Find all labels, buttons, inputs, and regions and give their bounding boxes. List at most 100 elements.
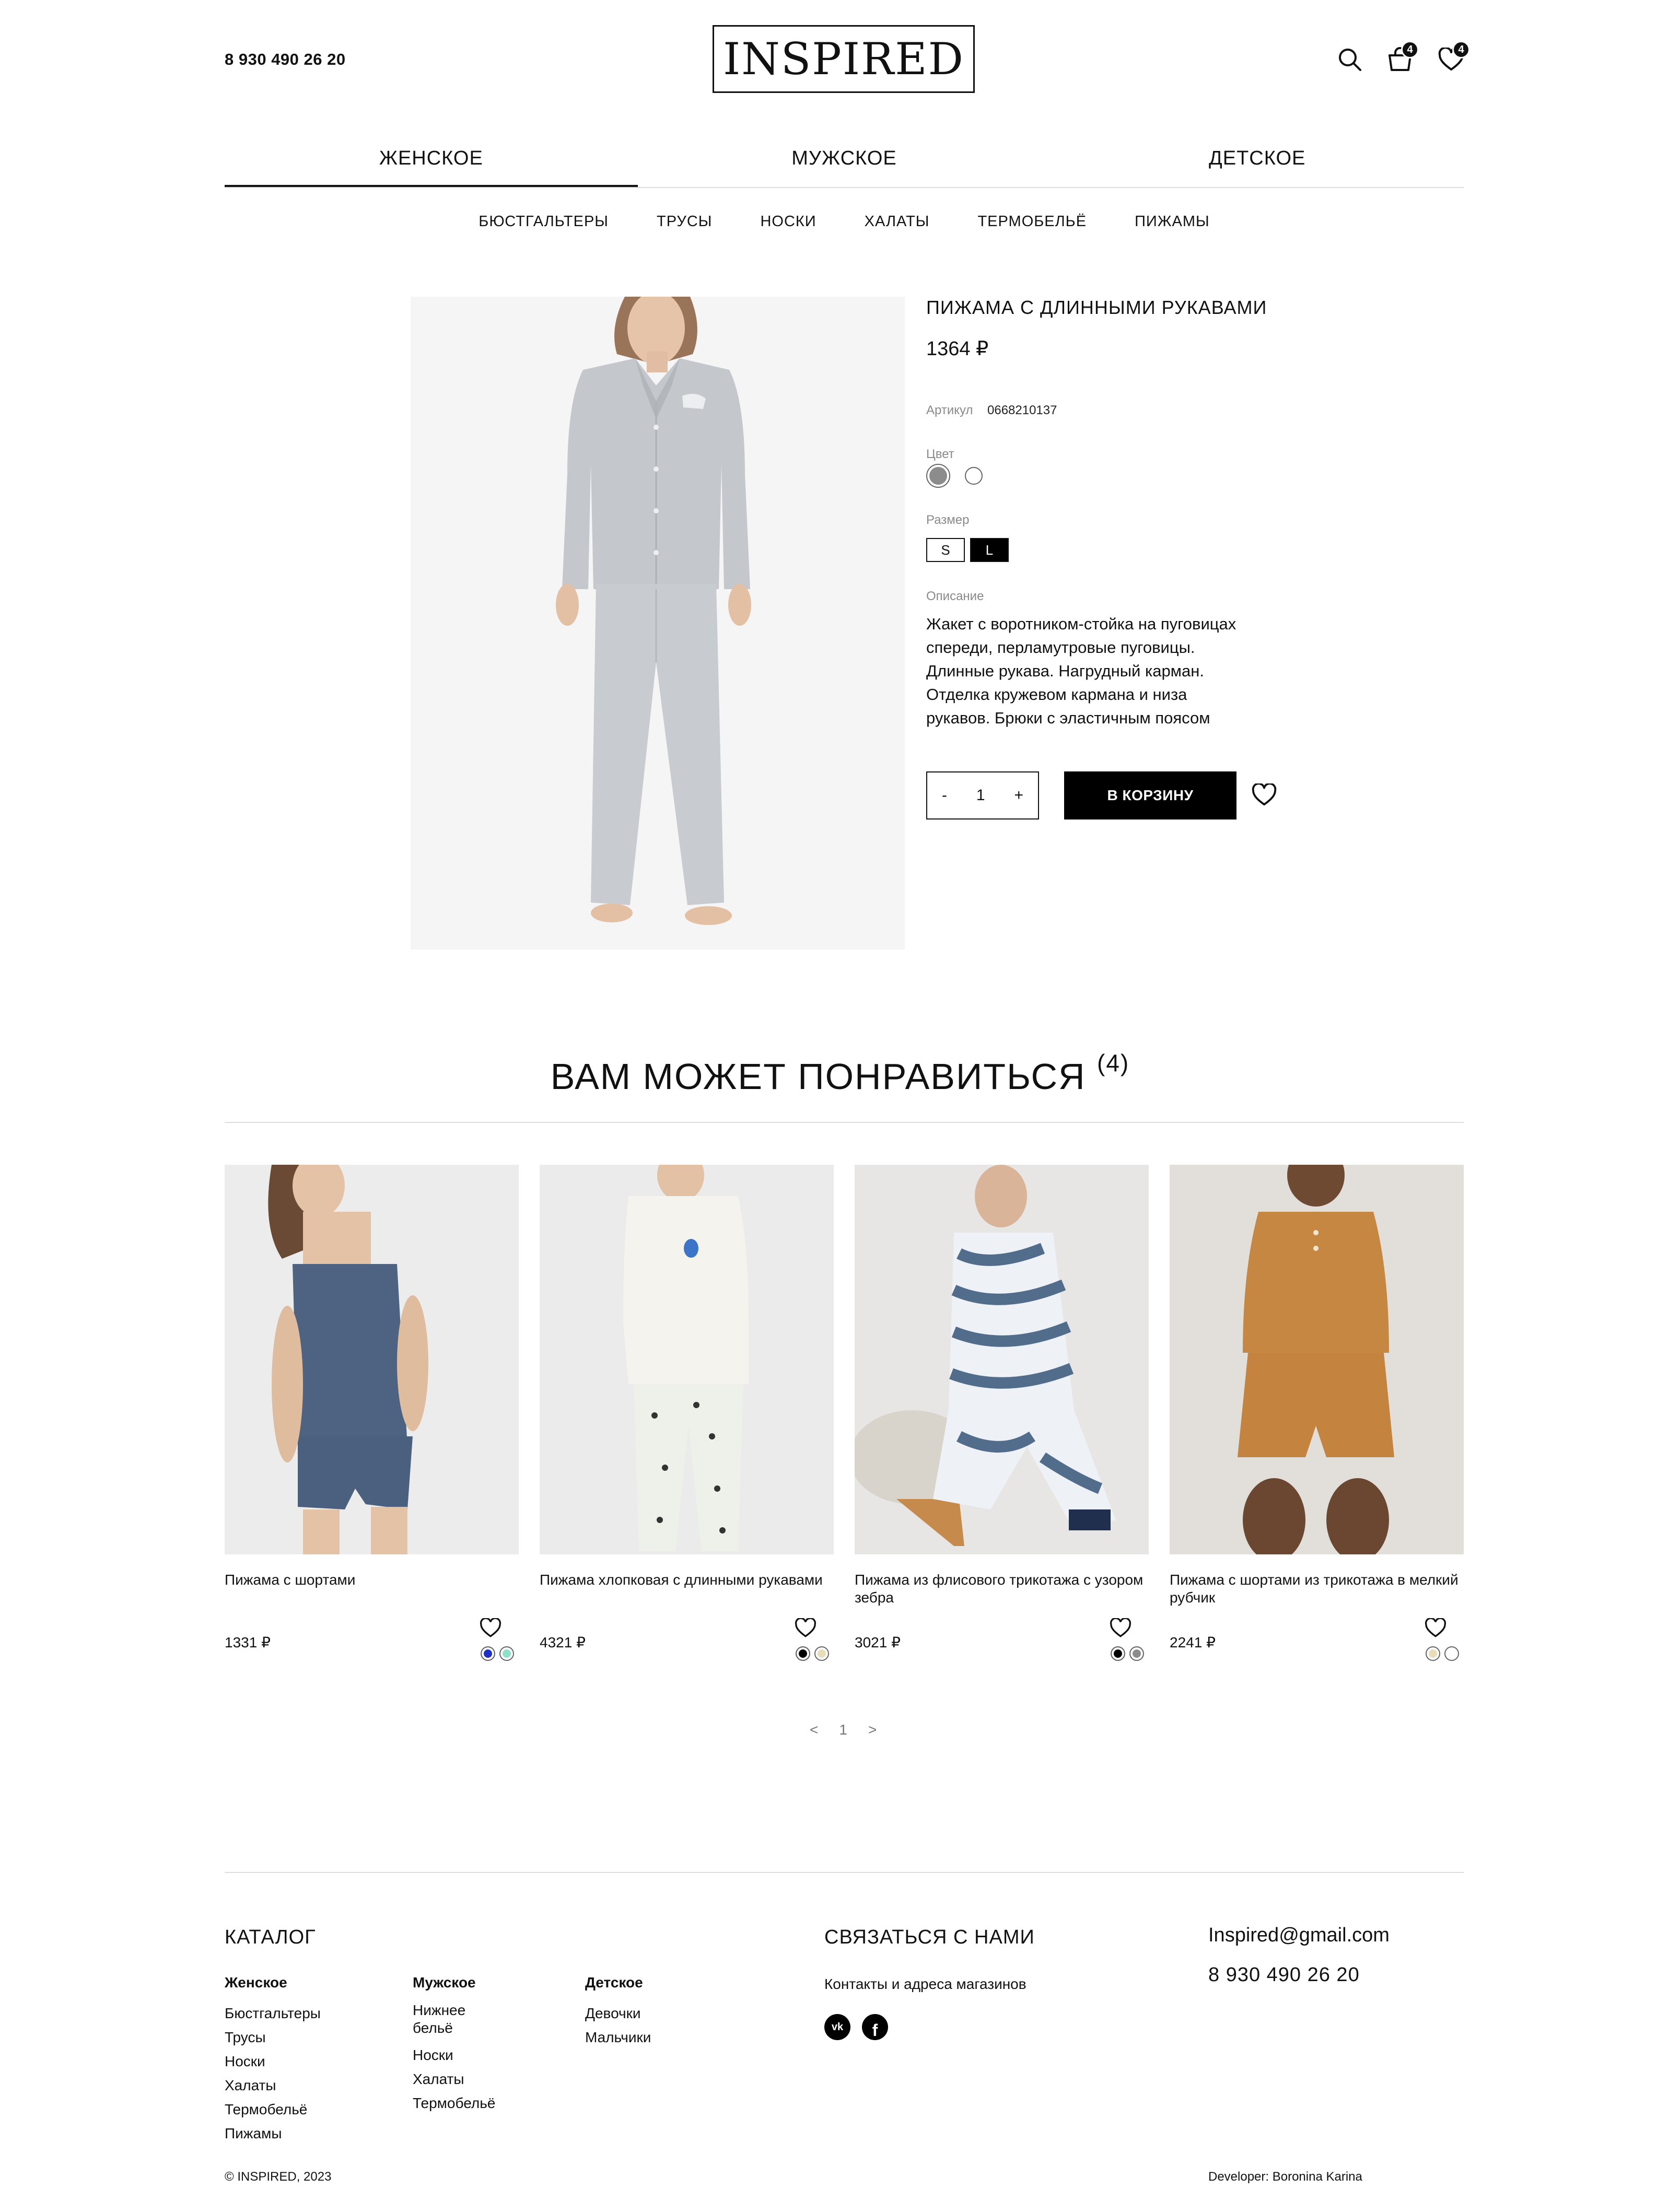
article-label: Артикул (926, 403, 973, 417)
color-dot[interactable] (1426, 1646, 1440, 1661)
favorite-button[interactable] (1110, 1617, 1131, 1641)
color-dot[interactable] (481, 1646, 495, 1661)
card-colors (481, 1646, 514, 1661)
product-card[interactable]: Пижама с шортами из трикотажа в мелкий р… (1170, 1165, 1464, 1661)
description-line: рукавов. Брюки с эластичным поясом (926, 709, 1210, 727)
card-image[interactable] (1170, 1165, 1464, 1554)
favorite-button[interactable] (1425, 1617, 1446, 1641)
footer-link[interactable]: Пижамы (225, 2122, 321, 2146)
card-name[interactable]: Пижама из флисового трикотажа с узором з… (855, 1571, 1149, 1623)
footer-link[interactable]: Носки (225, 2050, 321, 2074)
color-dot[interactable] (796, 1646, 810, 1661)
footer-link[interactable]: Термобельё (413, 2091, 496, 2115)
color-dot[interactable] (1129, 1646, 1144, 1661)
qty-plus-button[interactable]: + (1014, 787, 1023, 804)
description-label: Описание (926, 589, 984, 603)
footer-link[interactable]: Халаты (413, 2067, 496, 2091)
size-label: Размер (926, 513, 970, 527)
size-picker: S L (926, 538, 1009, 562)
color-dot[interactable] (1111, 1646, 1125, 1661)
card-name[interactable]: Пижама с шортами (225, 1571, 519, 1623)
color-dot[interactable] (499, 1646, 514, 1661)
category-robes[interactable]: ХАЛАТЫ (865, 213, 930, 230)
product-card[interactable]: Пижама хлопковая с длинными рукавами 432… (540, 1165, 834, 1661)
footer-column-kids: Детское Девочки Мальчики (585, 1974, 651, 2050)
footer-link[interactable]: Девочки (585, 2001, 651, 2026)
card-colors (1111, 1646, 1144, 1661)
favorite-button[interactable] (480, 1617, 501, 1641)
qty-value[interactable]: 1 (976, 787, 985, 804)
footer-link[interactable]: Бюстгальтеры (225, 2001, 321, 2026)
size-option-l[interactable]: L (970, 538, 1009, 562)
social-links: vk f (824, 2014, 888, 2040)
footer-contacts-link[interactable]: Контакты и адреса магазинов (824, 1972, 1026, 1996)
footer-column-title[interactable]: Детское (585, 1974, 651, 1991)
card-name[interactable]: Пижама хлопковая с длинными рукавами (540, 1571, 834, 1623)
color-dot[interactable] (1444, 1646, 1459, 1661)
tab-women[interactable]: ЖЕНСКОЕ (225, 141, 638, 187)
tab-kids[interactable]: ДЕТСКОЕ (1051, 141, 1464, 187)
footer-catalog-title: КАТАЛОГ (225, 1926, 316, 1948)
color-label: Цвет (926, 447, 954, 461)
card-name[interactable]: Пижама с шортами из трикотажа в мелкий р… (1170, 1571, 1464, 1623)
add-to-favorites-button[interactable] (1252, 782, 1277, 809)
footer-link[interactable]: Нижнее бельё (413, 2001, 496, 2037)
size-option-s[interactable]: S (926, 538, 965, 562)
color-dot[interactable] (814, 1646, 829, 1661)
color-picker (926, 464, 983, 488)
color-swatch-gray[interactable] (926, 464, 950, 488)
pager-prev-button[interactable]: < (810, 1722, 818, 1738)
card-image[interactable] (855, 1165, 1149, 1554)
developer-credit: Developer: Boronina Karina (1208, 2170, 1362, 2184)
copyright: © INSPIRED, 2023 (225, 2170, 332, 2184)
divider (225, 1122, 1464, 1123)
tab-men[interactable]: МУЖСКОЕ (638, 141, 1051, 187)
footer-column-title[interactable]: Женское (225, 1974, 321, 1991)
pagination: < 1 > (810, 1722, 877, 1738)
footer-link[interactable]: Халаты (225, 2074, 321, 2098)
main-nav: ЖЕНСКОЕ МУЖСКОЕ ДЕТСКОЕ (225, 141, 1464, 188)
product-card[interactable]: Пижама с шортами 1331 ₽ (225, 1165, 519, 1661)
card-image[interactable] (540, 1165, 834, 1554)
category-panties[interactable]: ТРУСЫ (657, 213, 712, 230)
card-price: 1331 ₽ (225, 1634, 271, 1650)
footer-column-men: Мужское Нижнее бельё Носки Халаты Термоб… (413, 1974, 496, 2115)
pager-page[interactable]: 1 (839, 1722, 847, 1738)
product-card[interactable]: Пижама из флисового трикотажа с узором з… (855, 1165, 1149, 1661)
header-phone[interactable]: 8 930 490 26 20 (225, 50, 346, 69)
footer-email[interactable]: Inspired@gmail.com (1208, 1924, 1390, 1947)
search-icon[interactable] (1334, 44, 1366, 75)
category-bras[interactable]: БЮСТГАЛЬТЕРЫ (479, 213, 609, 230)
footer-link[interactable]: Трусы (225, 2026, 321, 2050)
card-price: 2241 ₽ (1170, 1634, 1216, 1650)
product-price: 1364 ₽ (926, 338, 989, 360)
cart-button[interactable]: 4 (1384, 41, 1419, 75)
qty-minus-button[interactable]: - (942, 787, 947, 804)
footer-link[interactable]: Термобельё (225, 2098, 321, 2122)
card-image[interactable] (225, 1165, 519, 1554)
footer-link[interactable]: Носки (413, 2043, 496, 2067)
favorites-button[interactable]: 4 (1436, 41, 1470, 75)
heart-icon (1425, 1617, 1446, 1637)
category-pajamas[interactable]: ПИЖАМЫ (1135, 213, 1210, 230)
heart-icon (480, 1617, 501, 1637)
category-socks[interactable]: НОСКИ (760, 213, 816, 230)
footer-column-title[interactable]: Мужское (413, 1974, 496, 1991)
cart-count-badge: 4 (1401, 41, 1419, 58)
logo[interactable]: INSPIRED (713, 25, 975, 93)
vk-icon[interactable]: vk (824, 2014, 850, 2040)
card-price: 4321 ₽ (540, 1634, 586, 1650)
category-thermal[interactable]: ТЕРМОБЕЛЬЁ (977, 213, 1087, 230)
favorite-button[interactable] (795, 1617, 816, 1641)
color-swatch-white[interactable] (965, 467, 983, 485)
add-to-cart-button[interactable]: В КОРЗИНУ (1064, 771, 1236, 819)
heart-icon (1252, 782, 1277, 806)
footer-link[interactable]: Мальчики (585, 2026, 651, 2050)
pager-next-button[interactable]: > (868, 1722, 877, 1738)
heart-icon (795, 1617, 816, 1637)
footer-phone[interactable]: 8 930 490 26 20 (1208, 1964, 1360, 1986)
favorites-count-badge: 4 (1452, 41, 1470, 58)
description-line: спереди, перламутровые пуговицы. (926, 638, 1195, 657)
facebook-icon[interactable]: f (862, 2014, 888, 2040)
description-line: Жакет с воротником-стойка на пуговицах (926, 615, 1236, 633)
